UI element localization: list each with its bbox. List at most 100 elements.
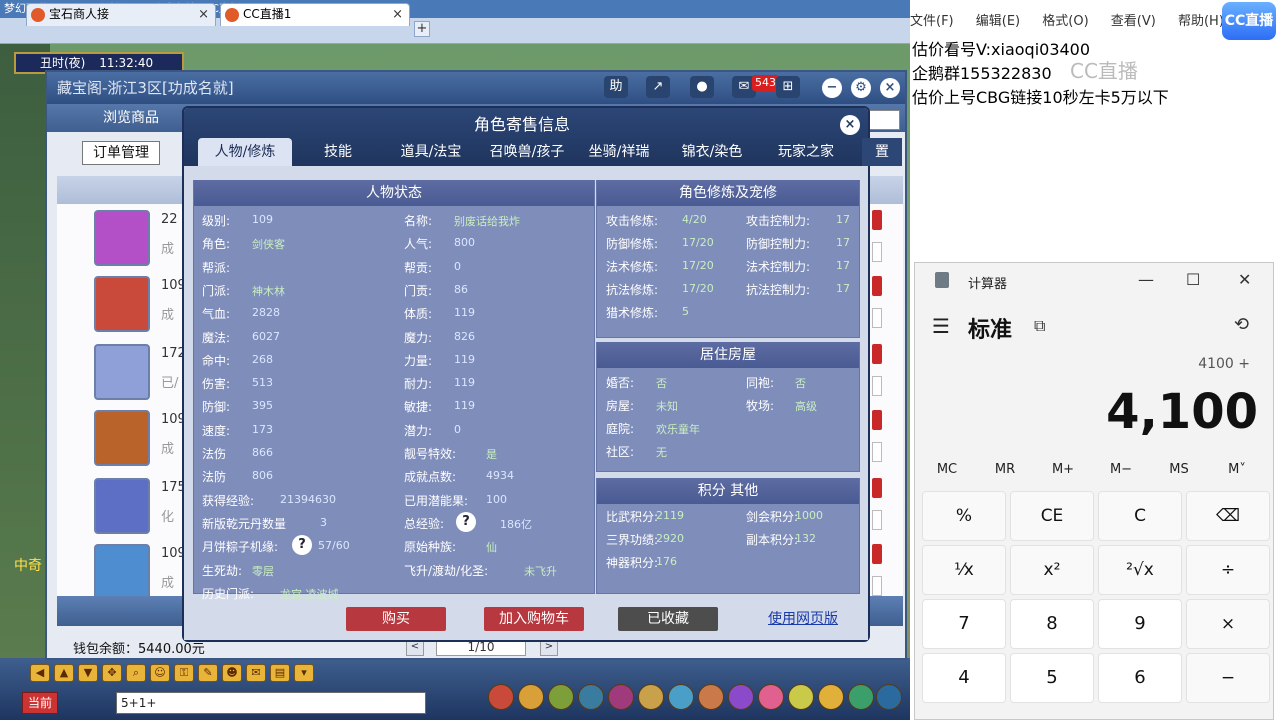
calc-key[interactable]: ⌫ (1186, 491, 1270, 541)
shop-icon[interactable] (728, 684, 754, 710)
gear-icon[interactable]: ⚙ (851, 78, 871, 98)
minimize-icon[interactable]: — (1138, 270, 1154, 289)
row-checkbox[interactable] (872, 308, 882, 328)
share-icon[interactable]: ↗ (646, 76, 670, 98)
calc-key[interactable]: 7 (922, 599, 1006, 649)
dialog-close-button[interactable]: × (840, 115, 860, 135)
row-checkbox[interactable] (872, 442, 882, 462)
memory-button[interactable]: MR (980, 462, 1030, 477)
menu-file[interactable]: 文件(F) (910, 14, 954, 29)
maximize-icon[interactable]: ☐ (1186, 270, 1200, 289)
avatar[interactable] (94, 544, 150, 600)
group-icon[interactable]: ☺ (150, 664, 170, 682)
tab-character[interactable]: 人物/修炼 (198, 138, 292, 166)
note-icon[interactable]: ▤ (270, 664, 290, 682)
tab-mounts[interactable]: 坐骑/祥瑞 (580, 138, 658, 166)
row-action-marker[interactable] (872, 344, 882, 364)
calc-key[interactable]: 5 (1010, 653, 1094, 703)
quest-icon[interactable] (578, 684, 604, 710)
row-action-marker[interactable] (872, 276, 882, 296)
minimize-icon[interactable]: − (822, 78, 842, 98)
tab-gem-merchant[interactable]: 宝石商人接 × (26, 3, 216, 26)
hamburger-menu-icon[interactable]: ☰ (932, 314, 950, 338)
menu-help[interactable]: 帮助(H) (1178, 14, 1224, 29)
gift-icon[interactable] (698, 684, 724, 710)
cart-icon[interactable]: ⊞ (776, 76, 800, 98)
calc-key[interactable]: CE (1010, 491, 1094, 541)
map-icon[interactable] (876, 684, 902, 710)
calc-key[interactable]: % (922, 491, 1006, 541)
tab-settings[interactable]: 置 (862, 138, 902, 166)
memory-button[interactable]: MS (1154, 462, 1204, 477)
search-input[interactable] (868, 110, 900, 130)
brush-icon[interactable]: ✎ (198, 664, 218, 682)
calc-key[interactable]: 6 (1098, 653, 1182, 703)
close-icon[interactable]: × (880, 78, 900, 98)
avatar[interactable] (94, 344, 150, 400)
history-icon[interactable]: ⟲ (1234, 314, 1249, 335)
tab-home[interactable]: 玩家之家 (768, 138, 844, 166)
calc-key[interactable]: 8 (1010, 599, 1094, 649)
avatar[interactable] (94, 478, 150, 534)
close-icon[interactable]: ✕ (1238, 270, 1251, 289)
lock-icon[interactable]: ⚿ (174, 664, 194, 682)
calc-key[interactable]: C (1098, 491, 1182, 541)
system-icon[interactable] (788, 684, 814, 710)
order-management-button[interactable]: 订单管理 (82, 141, 160, 165)
add-tab-button[interactable]: + (414, 21, 430, 37)
arrow-down-icon[interactable]: ▼ (78, 664, 98, 682)
help-icon[interactable]: ? (456, 512, 476, 532)
help-icon[interactable]: ? (292, 535, 312, 555)
calc-key[interactable]: ²√x (1098, 545, 1182, 595)
close-icon[interactable]: × (198, 4, 209, 25)
calc-key[interactable]: − (1186, 653, 1270, 703)
collected-button[interactable]: 已收藏 (618, 607, 718, 631)
web-version-link[interactable]: 使用网页版 (760, 607, 846, 631)
tab-outfits[interactable]: 锦衣/染色 (672, 138, 752, 166)
close-icon[interactable]: × (392, 4, 403, 25)
memory-button[interactable]: M˅ (1212, 462, 1262, 477)
chat-channel-button[interactable]: 当前 (22, 692, 58, 714)
peach-icon[interactable] (758, 684, 784, 710)
browse-goods-tab[interactable]: 浏览商品 (103, 107, 159, 127)
row-action-marker[interactable] (872, 410, 882, 430)
team-icon[interactable] (608, 684, 634, 710)
calc-key[interactable]: x² (1010, 545, 1094, 595)
arrow-up-icon[interactable]: ▲ (54, 664, 74, 682)
dropdown-icon[interactable]: ▾ (294, 664, 314, 682)
calc-key[interactable]: ¹⁄x (922, 545, 1006, 595)
row-checkbox[interactable] (872, 242, 882, 262)
tab-cc-live[interactable]: CC直播1 × (220, 3, 410, 26)
calc-key[interactable]: 9 (1098, 599, 1182, 649)
tab-skills[interactable]: 技能 (306, 138, 370, 166)
arrow-left-icon[interactable]: ◀ (30, 664, 50, 682)
row-checkbox[interactable] (872, 576, 882, 596)
calc-key[interactable]: × (1186, 599, 1270, 649)
avatar[interactable] (94, 410, 150, 466)
row-checkbox[interactable] (872, 376, 882, 396)
search-icon[interactable]: ⌕ (126, 664, 146, 682)
row-action-marker[interactable] (872, 210, 882, 230)
avatar[interactable] (94, 276, 150, 332)
add-to-cart-button[interactable]: 加入购物车 (484, 607, 584, 631)
keep-on-top-icon[interactable]: ⧉ (1034, 316, 1045, 336)
tab-pets[interactable]: 召唤兽/孩子 (482, 138, 572, 166)
move-icon[interactable]: ✥ (102, 664, 122, 682)
memory-button[interactable]: M− (1096, 462, 1146, 477)
friend-icon[interactable] (668, 684, 694, 710)
calc-key[interactable]: 4 (922, 653, 1006, 703)
emoji-icon[interactable] (818, 684, 844, 710)
row-action-marker[interactable] (872, 478, 882, 498)
menu-icon[interactable] (488, 684, 514, 710)
pet-icon[interactable] (638, 684, 664, 710)
settings-icon[interactable] (848, 684, 874, 710)
menu-edit[interactable]: 编辑(E) (976, 14, 1020, 29)
avatar[interactable] (94, 210, 150, 266)
face-icon[interactable]: ☻ (222, 664, 242, 682)
help-button[interactable]: 助 (604, 76, 628, 98)
record-icon[interactable]: ● (690, 76, 714, 98)
buy-button[interactable]: 购买 (346, 607, 446, 631)
row-checkbox[interactable] (872, 510, 882, 530)
tab-items[interactable]: 道具/法宝 (390, 138, 472, 166)
chat-icon[interactable]: ✉ (246, 664, 266, 682)
